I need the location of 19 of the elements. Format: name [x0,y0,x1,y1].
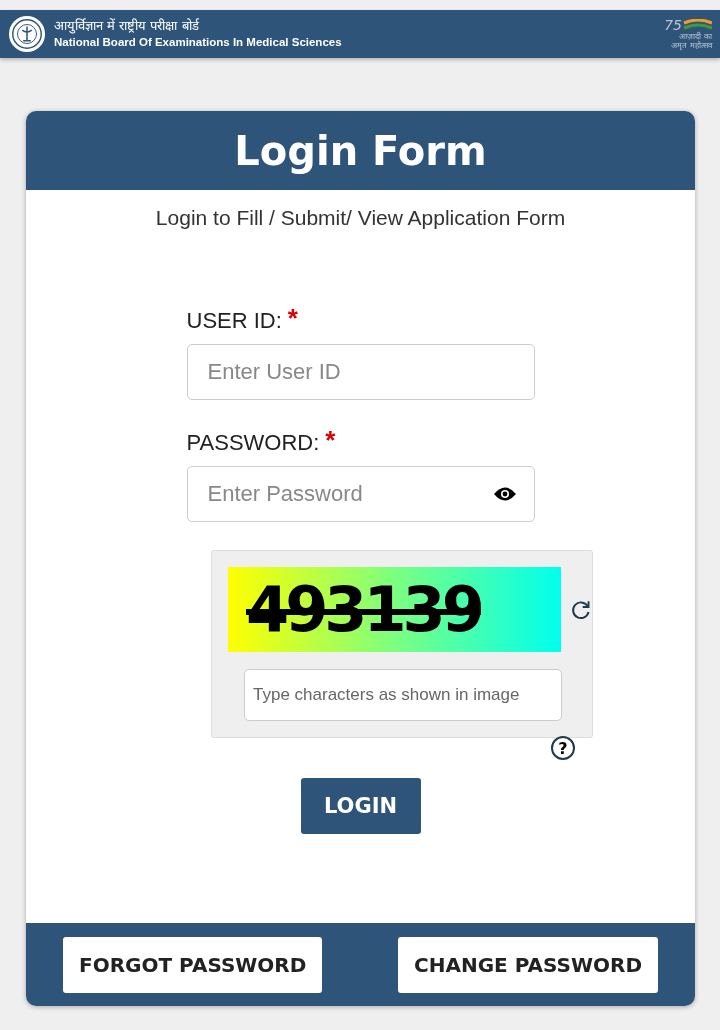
password-field[interactable]: Enter Password [186,466,535,522]
user-id-field[interactable]: Enter User ID [186,344,535,400]
field-label: PASSWORD: [186,430,320,456]
emblem-icon [8,15,46,53]
anniversary-logo: 75 आज़ादी का अमृत महोत्सव [664,18,712,50]
required-mark: * [325,430,336,456]
help-icon[interactable]: ? [551,736,575,760]
captcha-code: 493139 [246,573,481,646]
footer-button[interactable]: FORGOT PASSWORD [63,936,323,993]
required-mark: * [287,308,298,334]
hindi-title: आयुर्विज्ञान में राष्ट्रीय परीक्षा बोर्ड [54,18,200,34]
site-title: National Board Of Examinations In Medical Sciences [54,35,343,50]
captcha-field[interactable]: Type characters as shown in image [244,669,562,721]
eye-icon[interactable] [492,486,517,502]
field-label: USER ID: [186,308,282,334]
footer-button[interactable]: CHANGE PASSWORD [398,936,658,993]
login-button[interactable]: LOGIN [300,778,421,834]
form-title: Login Form [234,127,487,174]
form-subtitle: Login to Fill / Submit/ View Application Form [154,206,567,230]
